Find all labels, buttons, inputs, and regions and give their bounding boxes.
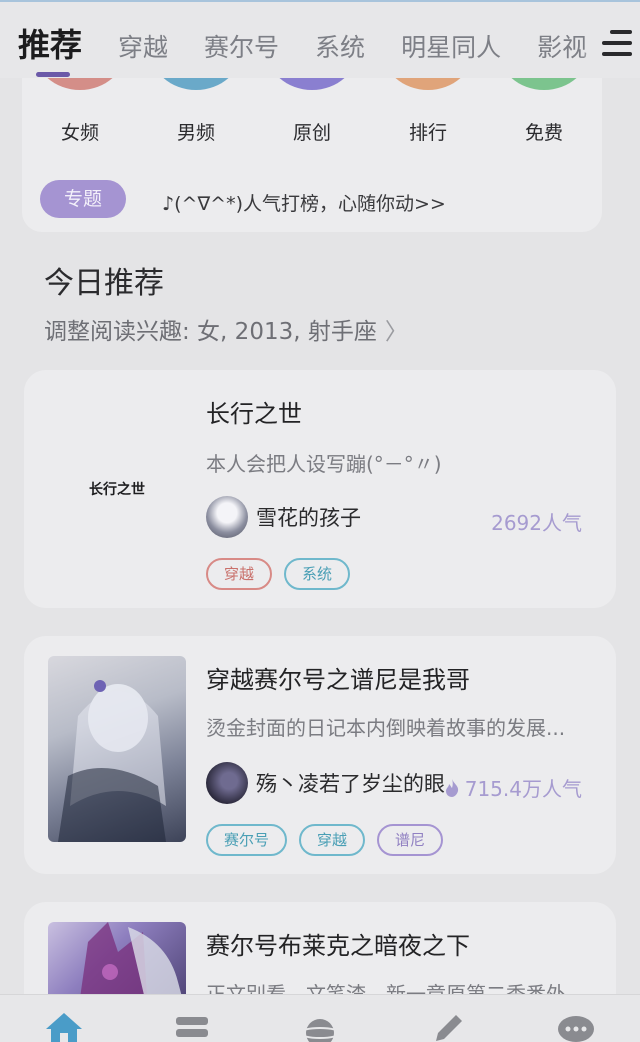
popularity-count: 2692人气	[491, 511, 582, 535]
book-cover: 长行之世	[48, 396, 186, 582]
book-description: 本人会把人设写蹦(°－°〃)	[206, 452, 442, 476]
book-cover	[48, 656, 186, 842]
tag[interactable]: 系统	[284, 558, 351, 590]
avatar	[206, 496, 248, 538]
chat-icon[interactable]	[556, 1011, 596, 1042]
tag[interactable]: 穿越	[206, 558, 273, 590]
tag[interactable]: 谱尼	[377, 824, 444, 856]
tag-list: 赛尔号 穿越 谱尼	[206, 824, 455, 856]
tab-system[interactable]: 系统	[315, 28, 365, 64]
tab-recommend[interactable]: 推荐	[18, 20, 82, 66]
tab-seer[interactable]: 赛尔号	[204, 28, 279, 64]
reading-interest-text: 调整阅读兴趣: 女, 2013, 射手座	[44, 319, 377, 345]
book-description: 烫金封面的日记本内倒映着故事的发展...	[206, 716, 566, 740]
active-tab-indicator	[36, 72, 70, 77]
cover-title: 长行之世	[89, 482, 145, 498]
book-title: 长行之世	[206, 400, 302, 428]
category-label: 女频	[60, 122, 99, 144]
chevron-right-icon: 〉	[384, 319, 408, 345]
tab-film-tv[interactable]: 影视	[537, 28, 587, 64]
bottom-navigation	[0, 994, 640, 1042]
author-name: 雪花的孩子	[256, 506, 361, 530]
tab-celebrity-fanfic[interactable]: 明星同人	[401, 28, 501, 64]
book-card[interactable]: 长行之世 长行之世 本人会把人设写蹦(°－°〃) 雪花的孩子 2692人气 穿越…	[24, 370, 616, 608]
tag[interactable]: 赛尔号	[206, 824, 288, 856]
author-info[interactable]: 殇丶凌若了岁尘的眼	[206, 762, 445, 804]
pen-icon[interactable]	[428, 1011, 468, 1042]
avatar	[206, 762, 248, 804]
home-icon[interactable]	[44, 1011, 84, 1042]
tab-time-travel[interactable]: 穿越	[118, 28, 168, 64]
tag[interactable]: 穿越	[299, 824, 366, 856]
popularity-count: 715.4万人气	[464, 777, 582, 801]
planet-icon[interactable]	[300, 1011, 340, 1042]
book-title: 赛尔号布莱克之暗夜之下	[206, 932, 470, 960]
menu-icon[interactable]	[584, 14, 640, 66]
tag-list: 穿越 系统	[206, 558, 362, 590]
category-label: 免费	[524, 122, 563, 144]
category-label: 排行	[408, 122, 447, 144]
book-title: 穿越赛尔号之谱尼是我哥	[206, 666, 470, 694]
popularity: 715.4万人气	[445, 773, 582, 802]
author-name: 殇丶凌若了岁尘的眼	[256, 772, 445, 796]
topic-badge[interactable]: 专题	[40, 180, 126, 218]
flame-icon	[445, 778, 458, 797]
topic-link[interactable]: ♪(^∇^*)人气打榜，心随你动>>	[162, 189, 446, 216]
section-title: 今日推荐	[44, 266, 164, 301]
category-label: 原创	[292, 122, 331, 144]
reading-interest-link[interactable]: 调整阅读兴趣: 女, 2013, 射手座〉	[44, 312, 408, 346]
popularity: 2692人气	[491, 507, 582, 536]
category-label: 男频	[176, 122, 215, 144]
author-info[interactable]: 雪花的孩子	[206, 496, 361, 538]
bookshelf-icon[interactable]	[172, 1011, 212, 1042]
top-tab-bar: 推荐 穿越 赛尔号 系统 明星同人 影视	[0, 0, 640, 78]
category-tabs: 推荐 穿越 赛尔号 系统 明星同人 影视	[18, 20, 623, 66]
book-card[interactable]: 穿越赛尔号之谱尼是我哥 烫金封面的日记本内倒映着故事的发展... 殇丶凌若了岁尘…	[24, 636, 616, 874]
